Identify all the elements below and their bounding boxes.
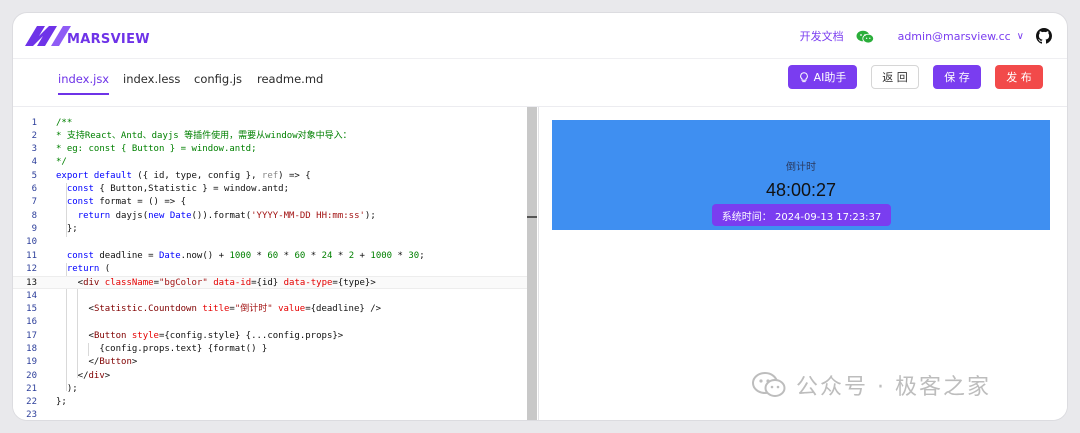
top-header: MARSVIEW 开发文档 admin@marsview.cc ∨ [13,13,1067,59]
code-line: 5 export default ({ id, type, config }, r… [31,171,311,181]
code-line: 18 {config.props.text} {format() } [26,344,268,354]
code-line: 12 return ( [26,264,111,274]
tab-index-less[interactable]: index.less [123,69,180,95]
code-line: 10 [26,237,37,247]
lightbulb-icon [799,71,808,82]
system-time-button[interactable]: 系统时间： 2024-09-13 17:23:37 [712,204,891,226]
code-line: 2 * 支持React、Antd、dayjs 等插件使用，需要从window对象中… [31,131,352,141]
code-line: 8 return dayjs(new Date()).format('YYYY-… [31,211,376,221]
user-email[interactable]: admin@marsview.cc [898,30,1011,43]
code-line: 15 <Statistic.Countdown title="倒计时" valu… [26,304,382,314]
docs-link[interactable]: 开发文档 [800,28,844,44]
save-button[interactable]: 保 存 [933,65,981,89]
watermark-text: 公众号 · 极客之家 [796,375,991,400]
code-line: 16 [26,317,37,327]
publish-button[interactable]: 发 布 [995,65,1043,89]
ai-assistant-button[interactable]: AI助手 [788,65,857,89]
code-line: 19 </Button> [26,357,138,367]
tab-readme-md[interactable]: readme.md [257,69,323,95]
chevron-down-icon[interactable]: ∨ [1017,31,1024,42]
scrollbar-marker [527,216,537,218]
countdown-value: 48:00:27 [765,180,837,200]
ai-assistant-label: AI助手 [813,71,847,84]
code-line: 22}; [26,397,67,407]
editor-scrollbar[interactable] [527,107,537,420]
code-line: 9 }; [31,224,78,234]
github-icon[interactable] [1036,28,1052,44]
watermark: 公众号 · 极客之家 [752,369,991,401]
preview-component[interactable]: 倒计时 48:00:27 系统时间： 2024-09-13 17:23:37 [552,120,1050,230]
code-line: 4 */ [31,157,67,167]
code-line: 1/** [31,118,73,128]
code-line: 6 const { Button,Statistic } = window.an… [31,184,290,194]
code-line: 20 </div> [26,371,111,381]
wechat-watermark-icon [752,372,786,397]
code-line: 14 [26,291,37,301]
code-line: 11 const deadline = Date.now() + 1000 * … [26,251,425,261]
code-line: 3 * eg: const { Button } = window.antd; [31,144,257,154]
tab-config-js[interactable]: config.js [194,69,242,95]
wechat-icon[interactable] [856,29,874,44]
code-editor[interactable]: 1/** 2 * 支持React、Antd、dayjs 等插件使用，需要从wind… [13,107,538,420]
code-line-current: 13 <div className="bgColor" data-id={id}… [13,276,527,290]
app-window: MARSVIEW 开发文档 admin@marsview.cc ∨ index.… [13,13,1067,420]
code-line: 23 [26,410,37,420]
back-button[interactable]: 返 回 [871,65,919,89]
marsview-logo[interactable]: MARSVIEW [25,24,150,48]
countdown-title: 倒计时 [786,162,816,173]
marsview-logo-icon [25,26,71,46]
code-line: 7 const format = () => { [31,197,187,207]
editor-tabs-bar: index.jsx index.less config.js readme.md… [13,59,1067,107]
logo-text: MARSVIEW [67,31,150,47]
code-line: 21 ); [26,384,78,394]
tab-index-jsx[interactable]: index.jsx [58,69,110,95]
code-line: 17 <Button style={config.style} {...conf… [26,331,344,341]
